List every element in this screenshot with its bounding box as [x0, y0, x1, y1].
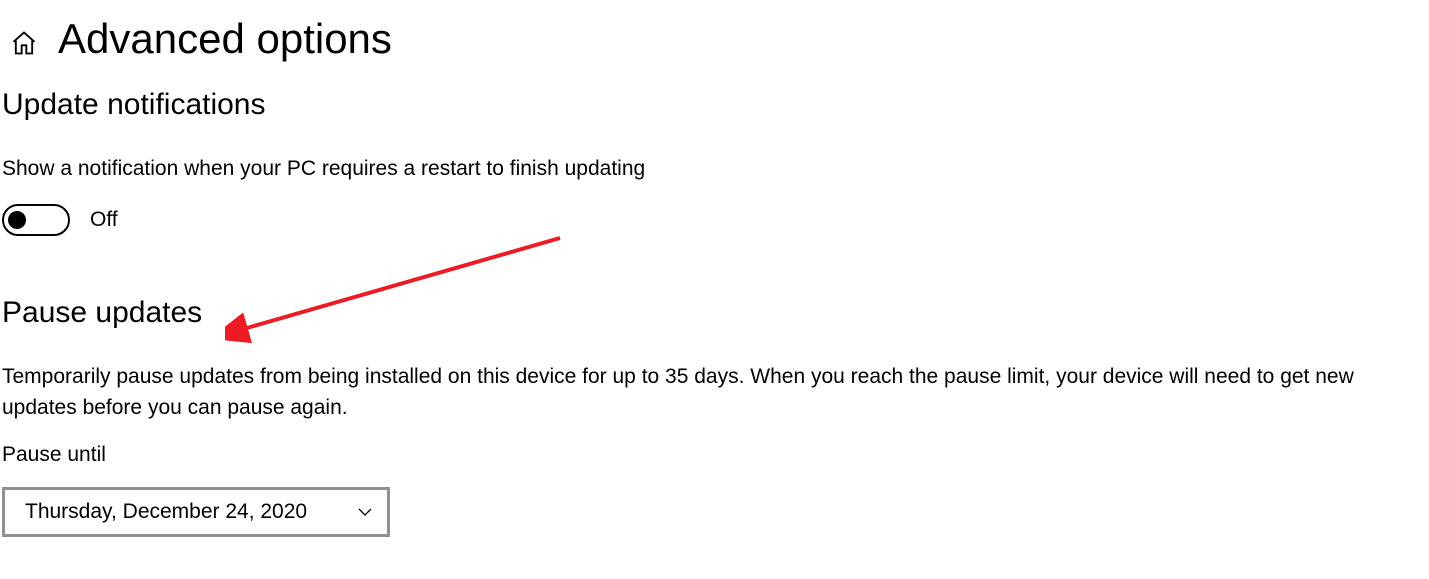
notifications-toggle-row: Off	[2, 204, 1427, 236]
pause-heading: Pause updates	[2, 296, 1427, 330]
notifications-heading: Update notifications	[2, 88, 1427, 122]
notifications-description: Show a notification when your PC require…	[2, 154, 1402, 184]
home-icon[interactable]	[10, 29, 38, 57]
pause-description: Temporarily pause updates from being ins…	[2, 362, 1402, 423]
page-title: Advanced options	[58, 15, 392, 63]
pause-until-dropdown[interactable]: Thursday, December 24, 2020	[2, 487, 390, 537]
notifications-toggle[interactable]	[2, 204, 70, 236]
update-notifications-section: Update notifications Show a notification…	[0, 88, 1429, 236]
pause-updates-section: Pause updates Temporarily pause updates …	[0, 296, 1429, 537]
toggle-knob	[8, 211, 26, 229]
dropdown-selected-value: Thursday, December 24, 2020	[25, 500, 307, 524]
page-header: Advanced options	[0, 0, 1429, 88]
chevron-down-icon	[357, 504, 373, 520]
pause-until-label: Pause until	[2, 443, 1427, 467]
toggle-state-label: Off	[90, 208, 118, 232]
